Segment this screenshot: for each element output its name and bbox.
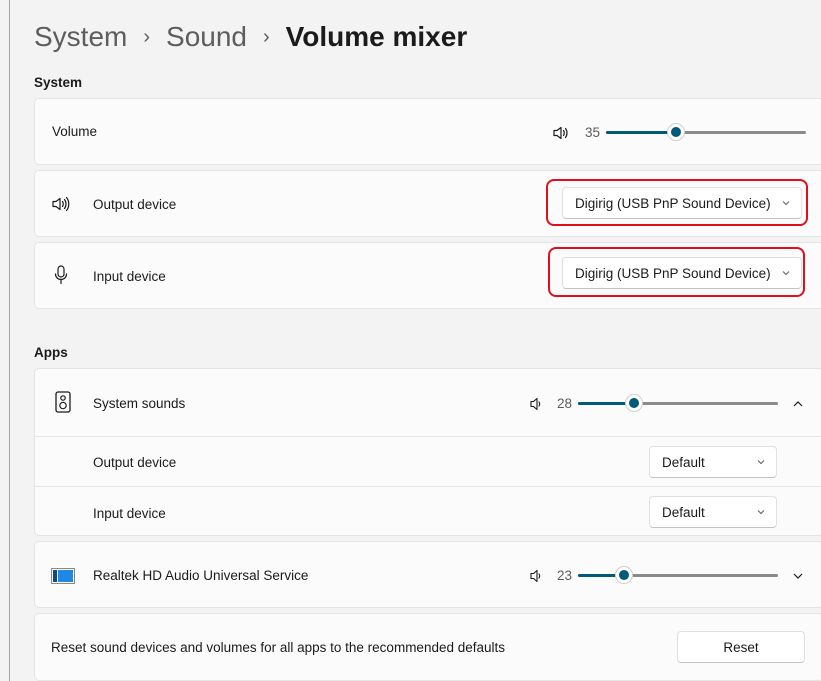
- app-volume-slider-thumb[interactable]: [625, 394, 643, 412]
- input-device-dropdown[interactable]: Digirig (USB PnP Sound Device): [562, 257, 802, 289]
- input-device-label: Input device: [93, 269, 166, 284]
- chevron-up-icon[interactable]: [792, 398, 804, 410]
- volume-slider-thumb[interactable]: [667, 123, 685, 141]
- volume-label: Volume: [52, 124, 98, 139]
- output-device-selected: Digirig (USB PnP Sound Device): [575, 195, 771, 211]
- volume-card: Volume 35: [34, 98, 821, 165]
- app-input-device-selected: Default: [662, 504, 705, 520]
- app-output-device-label: Output device: [93, 455, 177, 470]
- chevron-down-icon: [757, 510, 765, 515]
- output-device-card: Output device Digirig (USB PnP Sound Dev…: [34, 170, 821, 237]
- system-sounds-icon: [55, 391, 71, 413]
- breadcrumb-sound[interactable]: Sound: [166, 21, 247, 53]
- speaker-icon[interactable]: [529, 569, 543, 583]
- chevron-down-icon: [782, 201, 790, 206]
- breadcrumb-separator: ›: [263, 25, 270, 48]
- app-name-system-sounds: System sounds: [93, 396, 186, 411]
- reset-button[interactable]: Reset: [677, 631, 805, 663]
- page-title: Volume mixer: [285, 21, 468, 52]
- volume-slider-fill: [606, 131, 676, 134]
- window-left-edge: [9, 0, 10, 681]
- divider: [35, 486, 821, 487]
- app-output-device-selected: Default: [662, 454, 705, 470]
- speaker-icon[interactable]: [529, 397, 543, 411]
- app-volume-value: 23: [557, 568, 573, 583]
- section-label-system: System: [34, 75, 83, 90]
- section-label-apps: Apps: [34, 345, 68, 360]
- app-volume-slider-thumb[interactable]: [615, 566, 633, 584]
- chevron-down-icon: [782, 271, 790, 276]
- divider: [35, 436, 821, 437]
- chevron-down-icon[interactable]: [792, 570, 804, 582]
- output-device-label: Output device: [93, 197, 177, 212]
- reset-card: Reset sound devices and volumes for all …: [34, 613, 821, 681]
- breadcrumb-separator: ›: [143, 25, 151, 48]
- app-name-realtek: Realtek HD Audio Universal Service: [93, 568, 309, 583]
- input-device-selected: Digirig (USB PnP Sound Device): [575, 265, 771, 281]
- app-input-device-dropdown[interactable]: Default: [649, 496, 777, 528]
- breadcrumb: System › Sound › Volume mixer: [34, 17, 467, 57]
- app-output-device-dropdown[interactable]: Default: [649, 446, 777, 478]
- microphone-icon: [54, 265, 68, 285]
- speaker-icon[interactable]: [552, 125, 570, 141]
- app-volume-value: 28: [557, 396, 573, 411]
- speaker-icon: [52, 196, 70, 212]
- app-input-device-label: Input device: [93, 506, 166, 521]
- realtek-app-icon: [51, 568, 75, 584]
- chevron-down-icon: [757, 460, 765, 465]
- input-device-card: Input device Digirig (USB PnP Sound Devi…: [34, 242, 821, 309]
- output-device-dropdown[interactable]: Digirig (USB PnP Sound Device): [562, 187, 802, 219]
- reset-description: Reset sound devices and volumes for all …: [51, 640, 506, 655]
- breadcrumb-system[interactable]: System: [34, 21, 127, 53]
- reset-button-label: Reset: [723, 639, 759, 655]
- system-sounds-card: System sounds 28 Output device Default I…: [34, 368, 821, 536]
- realtek-app-card: Realtek HD Audio Universal Service 23: [34, 541, 821, 608]
- volume-value: 35: [585, 125, 601, 140]
